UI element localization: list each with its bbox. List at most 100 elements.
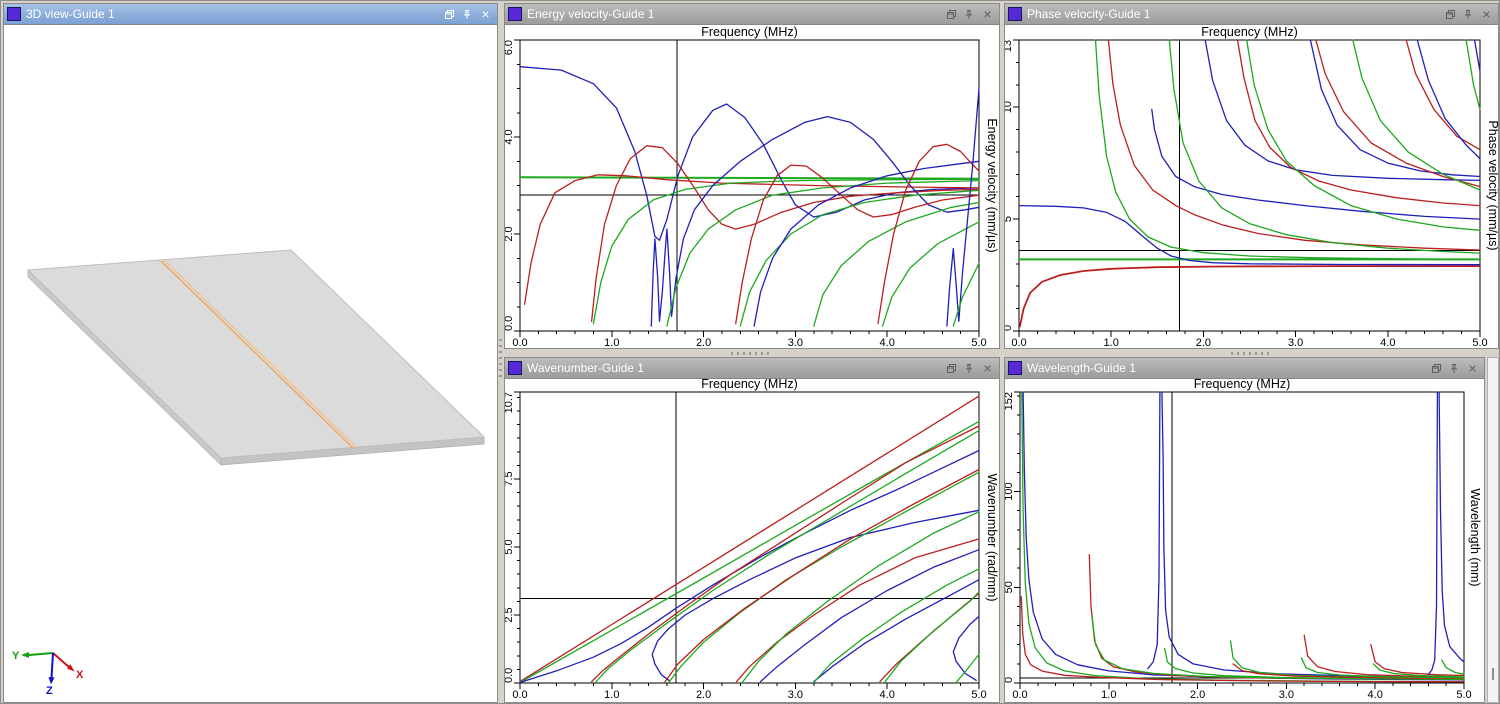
panel-title: Wavenumber-Guide 1	[527, 361, 938, 375]
z-axis-label: Z	[46, 685, 53, 697]
3d-viewport[interactable]: Y X Z	[4, 25, 497, 702]
panel-wavelength: Wavelength-Guide 1 × 0.0 1.0 2.0 3.0 4.0 5.0 0…	[1004, 357, 1485, 703]
svg-text:2.0: 2.0	[696, 337, 711, 348]
y-axis-label: Y	[12, 650, 20, 662]
float-window-icon[interactable]	[1442, 8, 1455, 21]
wavelength-chart: 0.01.02.03.04.05.0050100152Frequency (MH…	[1005, 379, 1484, 702]
close-icon[interactable]: ×	[1480, 8, 1493, 21]
svg-text:5: 5	[1005, 216, 1014, 222]
svg-text:2.0: 2.0	[505, 226, 515, 241]
svg-text:3.0: 3.0	[1279, 689, 1294, 701]
svg-text:4.0: 4.0	[505, 129, 515, 144]
svg-text:2.0: 2.0	[1196, 337, 1211, 348]
close-icon[interactable]: ×	[1466, 362, 1479, 375]
svg-text:10.7: 10.7	[505, 392, 515, 413]
pin-icon[interactable]	[460, 8, 473, 21]
svg-text:13: 13	[1005, 40, 1014, 52]
scrollbar-thumb[interactable]	[1492, 668, 1494, 680]
energy-velocity-chart: 0.0 1.0 2.0 3.0 4.0 5.0 0.0 2.0 4.0 6.0 Frequency …	[505, 25, 999, 348]
float-window-icon[interactable]	[441, 8, 454, 21]
chart-area[interactable]: 0.01.02.03.04.05.0051013Frequency (MHz)P…	[1005, 25, 1498, 348]
svg-text:5.0: 5.0	[1456, 689, 1471, 701]
chart-area[interactable]: 0.0 1.0 2.0 3.0 4.0 5.0 0.0 2.0 4.0 6.0 Frequency …	[505, 25, 999, 348]
splitter-grip[interactable]	[1231, 352, 1269, 355]
close-icon[interactable]: ×	[479, 8, 492, 21]
titlebar-wavenumber[interactable]: Wavenumber-Guide 1 ×	[505, 358, 999, 379]
svg-text:100: 100	[1005, 482, 1015, 500]
svg-text:Energy velocity (mm/µs): Energy velocity (mm/µs)	[985, 118, 999, 252]
x-axis-label: X	[76, 669, 84, 681]
svg-text:Frequency (MHz): Frequency (MHz)	[701, 25, 798, 39]
panel-title: Energy velocity-Guide 1	[527, 7, 938, 21]
svg-text:0.0: 0.0	[1012, 689, 1027, 701]
svg-text:0.0: 0.0	[512, 337, 527, 348]
svg-text:1.0: 1.0	[1101, 689, 1116, 701]
pin-icon[interactable]	[1461, 8, 1474, 21]
titlebar-wavelength[interactable]: Wavelength-Guide 1 ×	[1005, 358, 1484, 379]
horizontal-splitter[interactable]	[504, 349, 1499, 357]
svg-text:3.0: 3.0	[788, 689, 803, 701]
titlebar-buttons: ×	[441, 8, 492, 21]
svg-text:10: 10	[1005, 101, 1014, 113]
splitter-grip[interactable]	[731, 352, 769, 355]
float-window-icon[interactable]	[943, 8, 956, 21]
panel-wavenumber: Wavenumber-Guide 1 × 0.01.02.03.04.05.00…	[504, 357, 1000, 703]
float-window-icon[interactable]	[1428, 362, 1441, 375]
panel-icon	[508, 361, 522, 375]
svg-text:0: 0	[1005, 677, 1015, 683]
svg-text:2.0: 2.0	[696, 689, 711, 701]
y-axis-arrowhead	[21, 652, 29, 658]
z-axis-arrow	[52, 653, 54, 678]
svg-text:4.0: 4.0	[880, 337, 895, 348]
float-window-icon[interactable]	[943, 362, 956, 375]
svg-text:0.0: 0.0	[505, 668, 515, 683]
svg-text:5.0: 5.0	[971, 689, 986, 701]
pin-icon[interactable]	[962, 362, 975, 375]
panel-icon	[1008, 361, 1022, 375]
panel-phase-velocity: Phase velocity-Guide 1 × 0.01.02.03.04.0…	[1004, 3, 1499, 349]
chart-area[interactable]: 0.01.02.03.04.05.00.02.55.07.510.7Freque…	[505, 379, 999, 702]
titlebar-buttons: ×	[1428, 362, 1479, 375]
titlebar-buttons: ×	[943, 362, 994, 375]
pin-icon[interactable]	[1447, 362, 1460, 375]
svg-text:1.0: 1.0	[1104, 337, 1119, 348]
x-axis-arrow	[53, 653, 70, 668]
panel-title: Wavelength-Guide 1	[1027, 361, 1423, 375]
phase-velocity-chart: 0.01.02.03.04.05.0051013Frequency (MHz)P…	[1005, 25, 1498, 348]
app-window: 3D view-Guide 1 × Y	[0, 0, 1500, 704]
svg-text:1.0: 1.0	[604, 337, 619, 348]
svg-text:Phase velocity (mm/µs): Phase velocity (mm/µs)	[1486, 120, 1498, 250]
pin-icon[interactable]	[962, 8, 975, 21]
splitter-grip[interactable]	[499, 339, 502, 377]
titlebar-energy-velocity[interactable]: Energy velocity-Guide 1 ×	[505, 4, 999, 25]
svg-text:5.0: 5.0	[971, 337, 986, 348]
titlebar-buttons: ×	[943, 8, 994, 21]
titlebar-buttons: ×	[1442, 8, 1493, 21]
3d-scene: Y X Z	[4, 25, 497, 702]
svg-text:7.5: 7.5	[505, 471, 515, 486]
svg-text:4.0: 4.0	[1380, 337, 1395, 348]
z-axis-arrowhead	[49, 677, 55, 685]
svg-text:4.0: 4.0	[1368, 689, 1383, 701]
svg-text:152: 152	[1005, 392, 1015, 410]
chart-area[interactable]: 0.01.02.03.04.05.0050100152Frequency (MH…	[1005, 379, 1484, 702]
close-icon[interactable]: ×	[981, 362, 994, 375]
svg-text:6.0: 6.0	[505, 40, 515, 55]
svg-text:0: 0	[1005, 325, 1014, 331]
right-scrollbar[interactable]	[1487, 357, 1499, 703]
svg-text:0.0: 0.0	[505, 316, 515, 331]
close-icon[interactable]: ×	[981, 8, 994, 21]
axes-triad: Y X Z	[12, 650, 84, 697]
titlebar-3d-view[interactable]: 3D view-Guide 1 ×	[4, 4, 497, 25]
wavenumber-chart: 0.01.02.03.04.05.00.02.55.07.510.7Freque…	[505, 379, 999, 702]
svg-text:Frequency (MHz): Frequency (MHz)	[701, 379, 798, 391]
titlebar-phase-velocity[interactable]: Phase velocity-Guide 1 ×	[1005, 4, 1498, 25]
svg-text:2.5: 2.5	[505, 607, 515, 622]
svg-text:2.0: 2.0	[1190, 689, 1205, 701]
svg-text:Wavelength (mm): Wavelength (mm)	[1468, 488, 1482, 586]
panel-icon	[7, 7, 21, 21]
svg-text:3.0: 3.0	[788, 337, 803, 348]
svg-text:3.0: 3.0	[1288, 337, 1303, 348]
svg-text:0.0: 0.0	[512, 689, 527, 701]
svg-text:Frequency (MHz): Frequency (MHz)	[1194, 379, 1291, 391]
